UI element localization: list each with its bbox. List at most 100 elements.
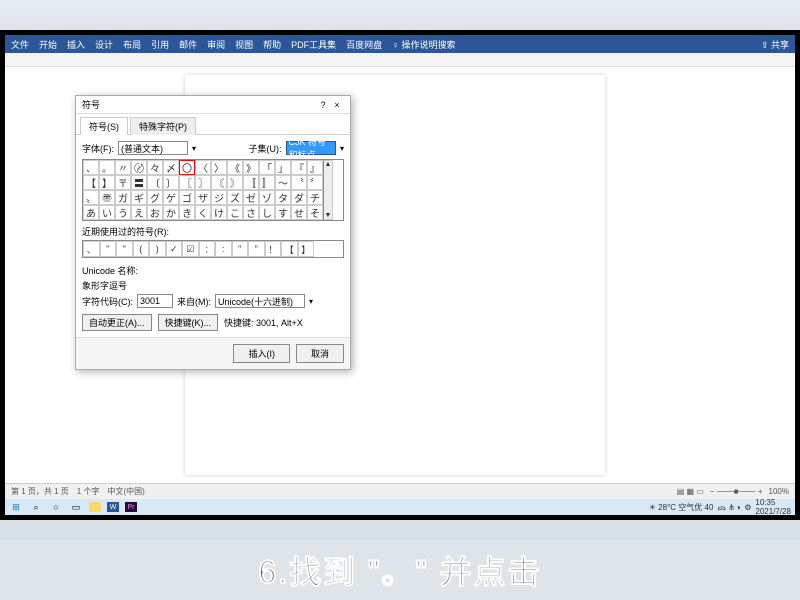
tab-symbols[interactable]: 符号(S) (80, 117, 128, 135)
symbol-cell[interactable]: く (195, 205, 211, 220)
symbol-cell[interactable]: お (147, 205, 163, 220)
symbol-cell[interactable]: ゼ (243, 190, 259, 205)
symbol-cell[interactable]: 〜 (275, 175, 291, 190)
clock[interactable]: 10:352021/7/28 (755, 498, 791, 515)
recent-symbol-cell[interactable]: : (215, 241, 232, 257)
explorer-icon[interactable] (89, 502, 101, 512)
symbol-cell[interactable]: 「 (259, 160, 275, 175)
symbol-cell[interactable]: ゲ (163, 190, 179, 205)
recent-symbol-cell[interactable]: ( (133, 241, 150, 257)
symbol-cell[interactable]: 。 (99, 160, 115, 175)
symbol-cell[interactable]: 】 (99, 175, 115, 190)
symbol-cell[interactable]: 『 (291, 160, 307, 175)
recent-symbol-cell[interactable]: " (232, 241, 249, 257)
symbol-cell[interactable]: ズ (227, 190, 243, 205)
tab-help[interactable]: 帮助 (263, 38, 281, 51)
symbol-cell[interactable]: 〒 (115, 175, 131, 190)
symbol-cell[interactable]: タ (275, 190, 291, 205)
shortcut-button[interactable]: 快捷键(K)... (158, 314, 219, 331)
tell-me[interactable]: ♀ 操作说明搜索 (392, 38, 455, 51)
share-button[interactable]: ⇪ 共享 (761, 38, 789, 51)
symbol-cell[interactable]: 〖 (179, 175, 195, 190)
help-icon[interactable]: ? (316, 100, 330, 110)
symbol-cell[interactable]: 〗 (195, 175, 211, 190)
tab-special-chars[interactable]: 特殊字符(P) (130, 117, 196, 135)
symbol-cell[interactable]: う (115, 205, 131, 220)
symbol-cell[interactable]: 、 (83, 160, 99, 175)
symbol-cell[interactable]: す (275, 205, 291, 220)
word-icon[interactable]: W (107, 502, 119, 512)
recent-symbol-cell[interactable]: 【 (281, 241, 298, 257)
tab-review[interactable]: 审阅 (207, 38, 225, 51)
symbol-cell[interactable]: 〆 (163, 160, 179, 175)
recent-symbol-cell[interactable]: " (116, 241, 133, 257)
symbol-cell[interactable]: 〔 (147, 175, 163, 190)
recent-symbol-cell[interactable]: " (100, 241, 117, 257)
symbol-cell[interactable]: 〝 (291, 175, 307, 190)
recent-symbol-cell[interactable]: ☑ (182, 241, 199, 257)
symbol-cell[interactable]: 〃 (115, 160, 131, 175)
zoom-slider[interactable]: − ───■─── + (710, 487, 763, 496)
symbol-cell[interactable]: こ (227, 205, 243, 220)
view-icons[interactable]: ▤ ▦ ▭ (677, 487, 704, 496)
close-icon[interactable]: × (330, 100, 344, 110)
tab-home[interactable]: 开始 (39, 38, 57, 51)
symbol-cell[interactable]: 〟 (83, 190, 99, 205)
recent-symbol-cell[interactable]: 、 (83, 241, 100, 257)
recent-symbol-cell[interactable]: 】 (298, 241, 315, 257)
symbol-cell[interactable]: 々 (147, 160, 163, 175)
tab-pdf[interactable]: PDF工具集 (291, 38, 336, 51)
autocorrect-button[interactable]: 自动更正(A)... (82, 314, 152, 331)
recent-symbol-cell[interactable]: " (248, 241, 265, 257)
weather[interactable]: ☀ 28°C 空气优 40 (649, 502, 714, 513)
font-select[interactable]: (普通文本) (118, 141, 188, 155)
symbol-cell[interactable]: 〄 (131, 160, 147, 175)
symbol-cell[interactable]: せ (291, 205, 307, 220)
symbol-cell[interactable]: き (179, 205, 195, 220)
symbol-cell[interactable]: 《 (227, 160, 243, 175)
symbol-cell[interactable]: 〉 (211, 160, 227, 175)
symbol-cell[interactable]: グ (147, 190, 163, 205)
tab-view[interactable]: 视图 (235, 38, 253, 51)
symbol-cell[interactable]: か (163, 205, 179, 220)
symbol-cell[interactable]: 〚 (243, 175, 259, 190)
symbol-cell[interactable]: チ (307, 190, 323, 205)
symbol-cell[interactable]: 〇 (179, 160, 195, 175)
tray-icons[interactable]: ᯅ ⋔ ◐ ⚙ (717, 502, 751, 513)
taskview-icon[interactable]: ▭ (69, 501, 83, 513)
symbol-cell[interactable]: ゴ (179, 190, 195, 205)
insert-button[interactable]: 插入(I) (233, 344, 290, 363)
recent-symbol-cell[interactable]: ; (199, 241, 216, 257)
symbol-cell[interactable]: あ (83, 205, 99, 220)
symbol-cell[interactable]: ダ (291, 190, 307, 205)
symbol-cell[interactable]: え (131, 205, 147, 220)
tab-references[interactable]: 引用 (151, 38, 169, 51)
symbol-cell[interactable]: 〕 (163, 175, 179, 190)
symbol-cell[interactable]: 【 (83, 175, 99, 190)
symbol-cell[interactable]: 』 (307, 160, 323, 175)
cancel-button[interactable]: 取消 (296, 344, 344, 363)
tab-insert[interactable]: 插入 (67, 38, 85, 51)
symbol-cell[interactable]: 〞 (307, 175, 323, 190)
symbol-cell[interactable]: 〛 (259, 175, 275, 190)
tab-layout[interactable]: 布局 (123, 38, 141, 51)
symbol-cell[interactable]: ゾ (259, 190, 275, 205)
symbol-cell[interactable]: ザ (195, 190, 211, 205)
symbol-cell[interactable]: ジ (211, 190, 227, 205)
symbol-cell[interactable]: そ (307, 205, 323, 220)
char-code-input[interactable]: 3001 (137, 294, 173, 308)
symbol-cell[interactable]: 」 (275, 160, 291, 175)
tab-file[interactable]: 文件 (11, 38, 29, 51)
symbol-cell[interactable]: さ (243, 205, 259, 220)
tab-design[interactable]: 设计 (95, 38, 113, 51)
symbol-cell[interactable]: 〓 (131, 175, 147, 190)
tab-mailings[interactable]: 邮件 (179, 38, 197, 51)
recent-symbol-cell[interactable]: ！ (265, 241, 282, 257)
cortana-icon[interactable]: ○ (49, 501, 63, 513)
symbol-cell[interactable]: け (211, 205, 227, 220)
symbol-cell[interactable]: 〈 (195, 160, 211, 175)
recent-symbol-cell[interactable]: ) (149, 241, 166, 257)
symbol-cell[interactable]: い (99, 205, 115, 220)
from-select[interactable]: Unicode(十六进制) (215, 294, 305, 308)
start-icon[interactable]: ⊞ (9, 501, 23, 513)
